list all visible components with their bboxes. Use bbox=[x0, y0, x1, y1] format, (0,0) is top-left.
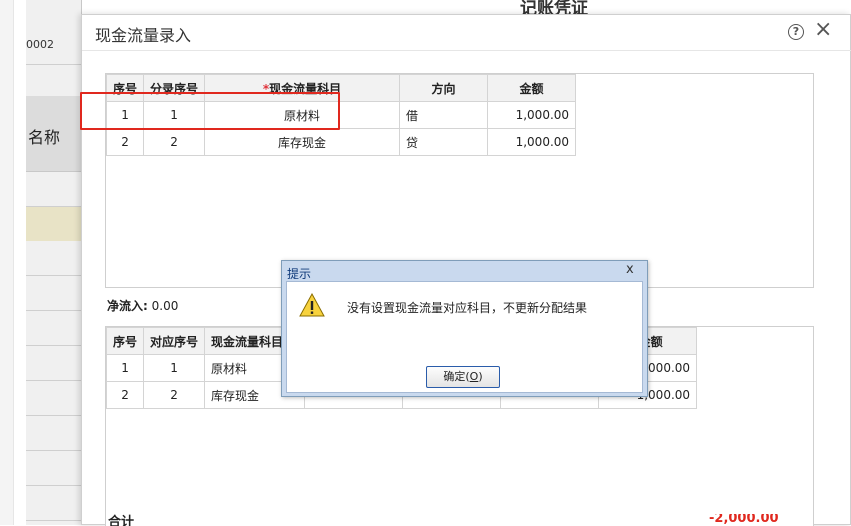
cell-subject[interactable]: 原材料 bbox=[204, 101, 401, 129]
cell-entry-seq: 1 bbox=[143, 101, 206, 129]
cell-seq: 1 bbox=[105, 354, 145, 382]
col-direction: 方向 bbox=[399, 74, 489, 102]
col-entry-seq: 分录序号 bbox=[143, 74, 206, 102]
prompt-title: 提示 bbox=[287, 267, 312, 281]
cell-entry-seq: 2 bbox=[143, 128, 206, 156]
col-seq: 序号 bbox=[105, 327, 145, 355]
prompt-close-icon[interactable]: x bbox=[626, 262, 634, 277]
close-icon[interactable]: × bbox=[814, 18, 832, 42]
dialog-header: 现金流量录入 ? × bbox=[82, 15, 851, 51]
cell-amount: 1,000.00 bbox=[487, 128, 577, 156]
background-side-panel bbox=[26, 0, 82, 525]
cell-ref-seq: 1 bbox=[143, 354, 206, 382]
net-inflow-label: 净流入: bbox=[107, 299, 148, 313]
table-row[interactable]: 2 2 库存现金 贷 1,000.00 bbox=[105, 128, 577, 156]
voucher-number: 0002 bbox=[26, 38, 54, 51]
net-inflow: 净流入: 0.00 bbox=[107, 297, 178, 314]
col-ref-seq: 对应序号 bbox=[143, 327, 206, 355]
ok-button[interactable]: 确定(O) bbox=[426, 366, 500, 388]
cell-ref-seq: 2 bbox=[143, 381, 206, 409]
cell-direction: 贷 bbox=[399, 128, 489, 156]
entry-table-panel: 序号 分录序号 *现金流量科目 方向 金额 1 1 原材料 借 1,000.00… bbox=[105, 73, 814, 288]
cell-seq: 1 bbox=[105, 101, 145, 129]
cell-seq: 2 bbox=[105, 128, 145, 156]
cell-amount: 1,000.00 bbox=[487, 101, 577, 129]
background-highlight-row bbox=[26, 207, 82, 241]
total-row: 合计 -2,000.00 bbox=[105, 514, 814, 526]
col-seq: 序号 bbox=[105, 74, 145, 102]
left-gutter bbox=[0, 0, 14, 525]
cell-subject[interactable]: 库存现金 bbox=[204, 128, 401, 156]
cell-seq: 2 bbox=[105, 381, 145, 409]
col-cash-flow-subject: *现金流量科目 bbox=[204, 74, 401, 102]
col-amount: 金额 bbox=[487, 74, 577, 102]
warning-icon bbox=[299, 293, 325, 317]
total-value: -2,000.00 bbox=[709, 514, 779, 526]
entry-table: 序号 分录序号 *现金流量科目 方向 金额 1 1 原材料 借 1,000.00… bbox=[105, 74, 577, 156]
table-header-row: 序号 分录序号 *现金流量科目 方向 金额 bbox=[105, 74, 577, 102]
prompt-dialog: 提示 x 没有设置现金流量对应科目，不更新分配结果 确定(O) bbox=[281, 260, 648, 397]
dialog-title: 现金流量录入 bbox=[95, 26, 192, 45]
total-label: 合计 bbox=[108, 515, 135, 526]
name-column-label: 名称 bbox=[28, 128, 61, 147]
net-inflow-value: 0.00 bbox=[151, 299, 179, 313]
prompt-body: 没有设置现金流量对应科目，不更新分配结果 确定(O) bbox=[286, 281, 643, 393]
question-circle-icon[interactable]: ? bbox=[788, 24, 804, 40]
prompt-message: 没有设置现金流量对应科目，不更新分配结果 bbox=[347, 301, 588, 315]
table-row[interactable]: 1 1 原材料 借 1,000.00 bbox=[105, 101, 577, 129]
cell-direction: 借 bbox=[399, 101, 489, 129]
